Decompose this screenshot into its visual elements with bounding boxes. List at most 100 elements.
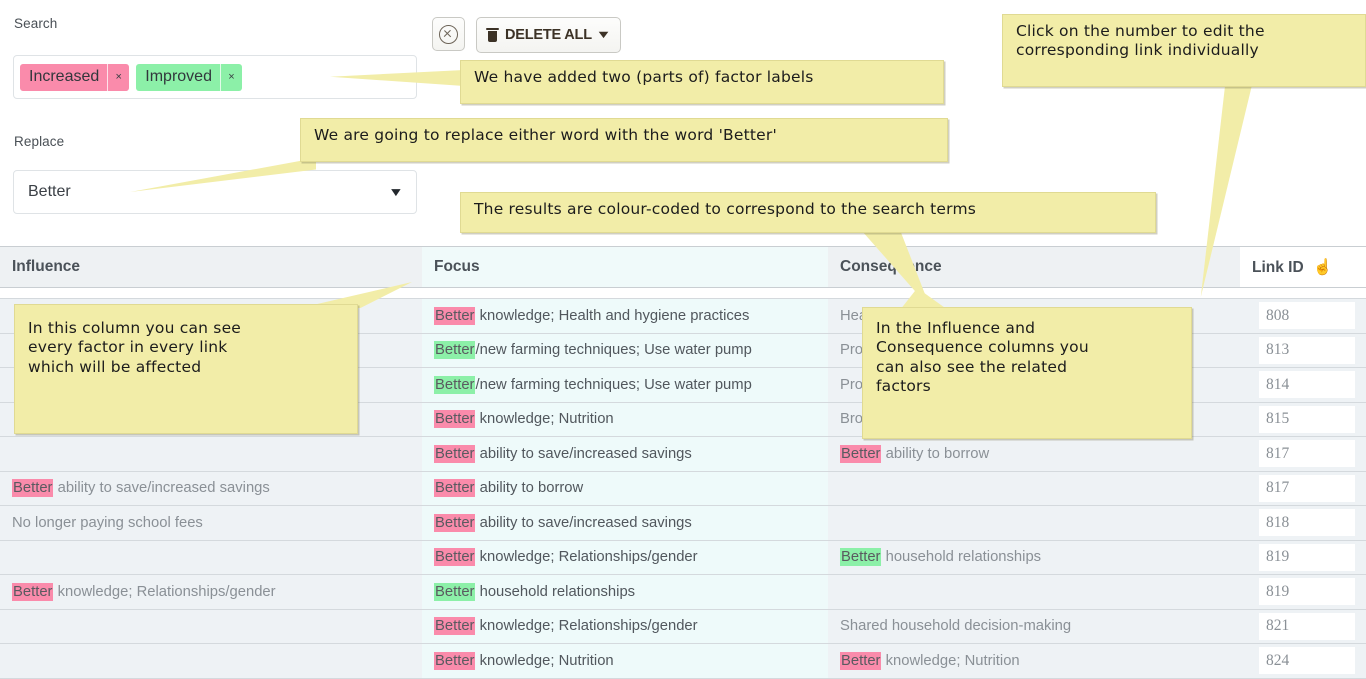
cell-influence[interactable] xyxy=(0,609,422,644)
link-id-value[interactable]: 817 xyxy=(1259,440,1355,468)
cell-focus[interactable]: Better household relationships xyxy=(422,574,828,610)
table-row[interactable]: No longer paying school fees Better abili… xyxy=(0,505,1366,541)
cell-link-id[interactable]: 819 xyxy=(1240,574,1366,610)
callout-replace-word: We are going to replace either word with… xyxy=(300,118,948,162)
cell-influence[interactable]: Better knowledge; Relationships/gender xyxy=(0,574,422,610)
cell-link-id[interactable]: 814 xyxy=(1240,367,1366,403)
search-chip-label: Increased xyxy=(29,68,100,85)
cell-link-id[interactable]: 813 xyxy=(1240,333,1366,368)
table-row[interactable]: Better knowledge; Relationships/gender Sh… xyxy=(0,609,1366,644)
link-id-value[interactable]: 819 xyxy=(1259,543,1355,571)
callout-text: The results are colour-coded to correspo… xyxy=(474,200,977,218)
cell-link-id[interactable]: 817 xyxy=(1240,436,1366,472)
chevron-down-icon[interactable]: ▼ xyxy=(595,29,611,41)
link-id-value[interactable]: 814 xyxy=(1259,371,1355,399)
callout-influence-column: In this column you can see every factor … xyxy=(14,304,358,434)
search-match-highlight: Better xyxy=(434,375,476,394)
cell-focus[interactable]: Better knowledge; Nutrition xyxy=(422,402,828,437)
callout-text: We are going to replace either word with… xyxy=(314,126,777,144)
cell-consequence[interactable]: Better household relationships xyxy=(828,540,1240,575)
search-match-highlight: Better xyxy=(434,306,476,325)
callout-text: We have added two (parts of) factor labe… xyxy=(474,68,814,86)
callout-text-line1: In the Influence and xyxy=(876,319,1036,337)
cell-consequence[interactable] xyxy=(828,471,1240,506)
cell-influence[interactable] xyxy=(0,643,422,679)
callout-text: In this column you can see every factor … xyxy=(15,305,357,384)
search-match-highlight: Better xyxy=(12,479,54,498)
cell-link-id[interactable]: 815 xyxy=(1240,402,1366,437)
search-match-highlight: Better xyxy=(434,548,476,567)
table-row[interactable]: Better knowledge; Nutrition Better knowle… xyxy=(0,643,1366,679)
link-id-value[interactable]: 819 xyxy=(1259,578,1355,606)
cell-focus[interactable]: Better knowledge; Relationships/gender xyxy=(422,540,828,575)
callout-text-line2: corresponding link individually xyxy=(1016,41,1259,60)
remove-chip-icon[interactable]: × xyxy=(107,63,129,91)
search-match-highlight: Better xyxy=(434,582,476,601)
link-id-value[interactable]: 818 xyxy=(1259,509,1355,537)
column-header-influence[interactable]: Influence xyxy=(0,246,422,288)
search-match-highlight: Better xyxy=(434,410,476,429)
cell-focus[interactable]: Better knowledge; Relationships/gender xyxy=(422,609,828,644)
table-spacer-cell xyxy=(0,287,1366,299)
search-match-highlight: Better xyxy=(434,341,476,360)
cell-link-id[interactable]: 818 xyxy=(1240,505,1366,541)
cell-focus[interactable]: Better knowledge; Health and hygiene pra… xyxy=(422,298,828,334)
pointing-hand-icon: ☝ xyxy=(1312,258,1333,276)
search-chip-improved[interactable]: Improved × xyxy=(136,63,242,91)
cell-consequence[interactable]: Better knowledge; Nutrition xyxy=(828,643,1240,679)
table-row[interactable]: Better knowledge; Relationships/gender Be… xyxy=(0,574,1366,610)
callout-text-line2: every factor in every link xyxy=(28,338,228,357)
link-id-value[interactable]: 821 xyxy=(1259,612,1355,640)
cell-influence[interactable] xyxy=(0,540,422,575)
link-id-value[interactable]: 815 xyxy=(1259,405,1355,433)
cell-link-id[interactable]: 819 xyxy=(1240,540,1366,575)
table-row[interactable]: Better ability to save/increased savings… xyxy=(0,471,1366,506)
cell-consequence[interactable]: Shared household decision-making xyxy=(828,609,1240,644)
cell-influence[interactable]: Better ability to save/increased savings xyxy=(0,471,422,506)
cell-consequence[interactable] xyxy=(828,505,1240,541)
callout-text-line4: factors xyxy=(876,377,931,396)
column-header-focus[interactable]: Focus xyxy=(422,246,828,288)
search-match-highlight: Better xyxy=(12,582,54,601)
callout-text-line1: In this column you can see xyxy=(28,319,242,337)
cell-focus[interactable]: Better/new farming techniques; Use water… xyxy=(422,333,828,368)
link-id-value[interactable]: 824 xyxy=(1259,647,1355,675)
chevron-down-icon[interactable]: ▼ xyxy=(388,185,404,199)
cell-consequence[interactable]: Better ability to borrow xyxy=(828,436,1240,472)
search-chip-increased[interactable]: Increased × xyxy=(20,63,130,91)
callout-click-number: Click on the number to edit the correspo… xyxy=(1002,14,1366,87)
cell-consequence[interactable] xyxy=(828,574,1240,610)
search-match-highlight: Better xyxy=(434,479,476,498)
cell-link-id[interactable]: 824 xyxy=(1240,643,1366,679)
cell-link-id[interactable]: 817 xyxy=(1240,471,1366,506)
cell-focus[interactable]: Better ability to save/increased savings xyxy=(422,436,828,472)
callout-text-line2: Consequence columns you xyxy=(876,338,1089,357)
link-id-value[interactable]: 817 xyxy=(1259,474,1355,502)
cell-influence[interactable]: No longer paying school fees xyxy=(0,505,422,541)
column-header-link-id[interactable]: Link ID ☝ xyxy=(1240,246,1366,288)
cell-focus[interactable]: Better ability to save/increased savings xyxy=(422,505,828,541)
trash-icon xyxy=(486,27,499,43)
cell-link-id[interactable]: 808 xyxy=(1240,298,1366,334)
search-match-highlight: Better xyxy=(434,444,476,463)
cell-focus[interactable]: Better/new farming techniques; Use water… xyxy=(422,367,828,403)
cell-focus[interactable]: Better ability to borrow xyxy=(422,471,828,506)
cell-link-id[interactable]: 821 xyxy=(1240,609,1366,644)
table-row[interactable]: Better knowledge; Relationships/gender Be… xyxy=(0,540,1366,575)
search-match-highlight: Better xyxy=(434,617,476,636)
callout-text-line1: Click on the number to edit the xyxy=(1016,22,1265,40)
callout-factor-labels: We have added two (parts of) factor labe… xyxy=(460,60,944,104)
table-row[interactable]: Better ability to save/increased savings… xyxy=(0,436,1366,472)
remove-chip-icon[interactable]: × xyxy=(219,63,242,91)
delete-all-button[interactable]: DELETE ALL ▼ xyxy=(476,17,621,53)
callout-text-line3: which will be affected xyxy=(28,357,202,376)
callout-text: In the Influence and Consequence columns… xyxy=(863,308,1191,404)
callout-text-line3: can also see the related xyxy=(876,357,1068,376)
link-id-value[interactable]: 808 xyxy=(1259,302,1355,330)
cell-focus[interactable]: Better knowledge; Nutrition xyxy=(422,643,828,679)
search-match-highlight: Better xyxy=(434,513,476,532)
replace-selected-value: Better xyxy=(28,183,71,200)
clear-search-button[interactable] xyxy=(432,17,465,51)
cell-influence[interactable] xyxy=(0,436,422,472)
link-id-value[interactable]: 813 xyxy=(1259,336,1355,364)
